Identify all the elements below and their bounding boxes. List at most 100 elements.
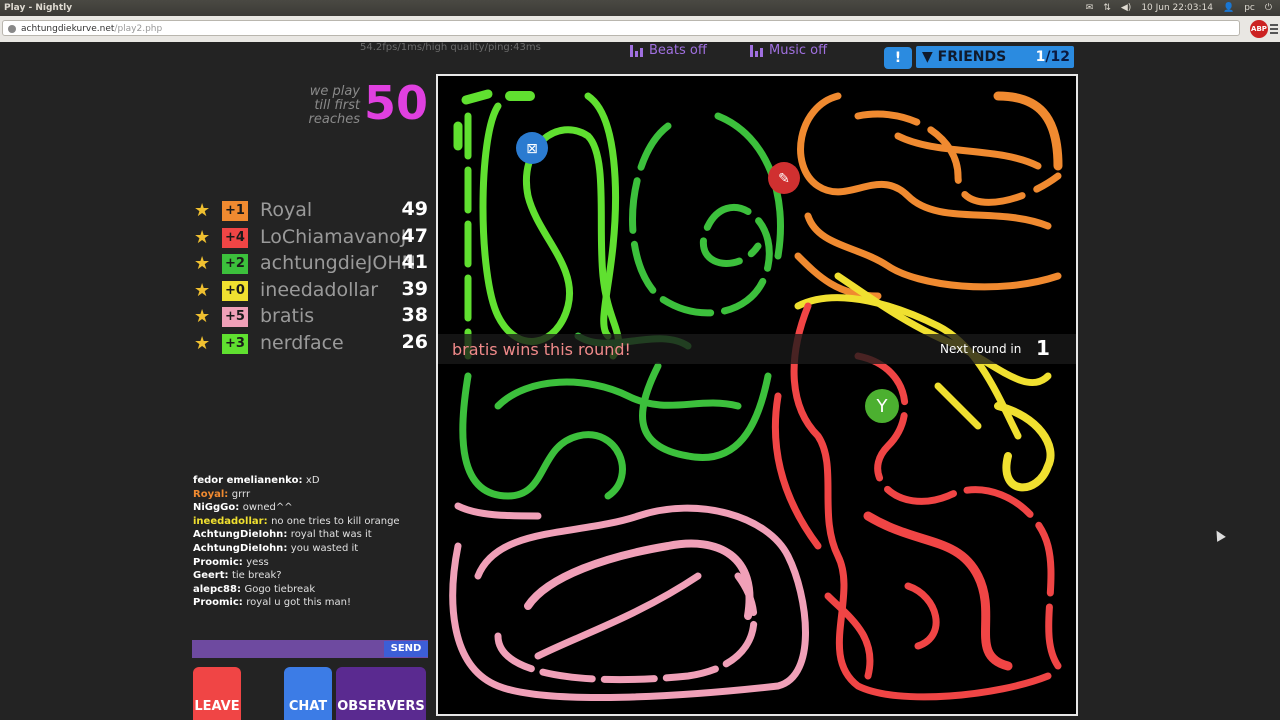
chat-message: AchtungDieIohn: you wasted it (193, 542, 433, 556)
trail-segment (639, 362, 772, 461)
trail-segment (534, 572, 702, 660)
scoreboard-row: ★ +0 ineedadollar 39 (194, 278, 430, 304)
beats-toggle[interactable]: Beats off (630, 43, 707, 58)
chat-user: alepc88 (193, 583, 237, 595)
trail-segment (629, 122, 773, 317)
star-icon: ★ (194, 226, 211, 248)
chat-text: no one tries to kill orange (271, 515, 400, 527)
trail-segment (771, 392, 822, 550)
friends-toggle[interactable]: ▼ FRIENDS 1/12 (916, 46, 1074, 68)
trail-segment (461, 89, 493, 105)
chat-message: AchtungDieIohn: royal that was it (193, 528, 433, 542)
chat-user: ineedadollar (193, 515, 264, 527)
friends-alert-button[interactable]: ! (884, 47, 912, 69)
power-icon[interactable]: ⏻ (1265, 0, 1272, 16)
trail-segment (934, 382, 982, 430)
chat-send-button[interactable]: SEND (384, 641, 428, 657)
url-path: /play2.php (114, 24, 163, 34)
next-round-label: Next round in (940, 342, 1022, 356)
url-bar[interactable]: achtungdiekurve.net/play2.php (2, 20, 1240, 36)
friends-total: /12 (1045, 49, 1070, 65)
player-name: achtungdieJOHN (260, 252, 416, 275)
powerup-blue-glyph: ⊠ (526, 141, 538, 157)
trail-segment (479, 102, 622, 360)
observers-button[interactable]: OBSERVERS (336, 667, 426, 720)
chat-text: xD (305, 475, 320, 486)
player-name: bratis (260, 305, 315, 328)
trail-segment (459, 372, 626, 500)
goal-line-2: till first (314, 98, 360, 113)
scoreboard-row: ★ +4 LoChiamavanoJ 47 (194, 225, 430, 251)
powerup-green-glyph: Y (876, 396, 889, 417)
user-name[interactable]: pc (1244, 0, 1255, 16)
friends-count: 1/12 (1036, 46, 1070, 68)
network-icon[interactable]: ⇅ (1103, 0, 1111, 16)
observers-label: OBSERVERS (337, 699, 425, 714)
chat-label: CHAT (288, 699, 328, 714)
chat-user: AchtungDieIohn (193, 542, 284, 554)
player-name: LoChiamavanoJ (260, 225, 407, 248)
chat-message: alepc88: Gogo tiebreak (193, 583, 433, 597)
trail-segment (863, 511, 1013, 671)
triangle-down-icon: ▼ (922, 49, 933, 65)
browser-menu-icon[interactable] (1270, 22, 1278, 36)
chat-user: Proomic (193, 556, 239, 568)
player-name: Royal (260, 199, 313, 221)
adblock-icon[interactable]: ABP (1250, 20, 1268, 38)
chat-colon: : (263, 515, 272, 527)
chat-colon: : (224, 570, 232, 582)
powerup-red-glyph: ✎ (778, 171, 790, 187)
trail-red (771, 302, 1062, 701)
system-tray: ✉ ⇅ ◀) 10 Jun 22:03:14 👤 pc ⏻ (1086, 0, 1272, 16)
score-delta: +5 (222, 307, 248, 328)
chat-text: grrr (231, 488, 251, 500)
player-name: ineedadollar (260, 278, 379, 301)
trail-segment (797, 92, 1052, 230)
clock[interactable]: 10 Jun 22:03:14 (1141, 0, 1213, 16)
score-delta: +0 (222, 280, 248, 301)
mail-icon[interactable]: ✉ (1086, 0, 1094, 16)
chat-user: AchtungDieIohn (193, 529, 284, 541)
chat-message: Proomic: yess (193, 556, 433, 570)
music-label: Music off (769, 43, 828, 58)
score-delta: +2 (222, 254, 248, 275)
leave-button[interactable]: LEAVE (193, 667, 241, 720)
trail-segment (454, 502, 542, 520)
music-toggle[interactable]: Music off (750, 43, 827, 58)
chat-colon: : (298, 475, 306, 486)
trail-yellow (794, 272, 1055, 492)
beats-label: Beats off (649, 43, 707, 58)
chat-button[interactable]: CHAT (284, 667, 332, 720)
score-delta: +1 (222, 201, 248, 221)
goal-target: 50 (364, 76, 429, 130)
star-icon: ★ (194, 253, 211, 275)
score-delta: +4 (222, 227, 248, 248)
site-favicon-icon (8, 25, 16, 33)
player-trails: ⊠ ✎ Y (449, 89, 1063, 702)
chat-message: NiGgGo: owned^^ (193, 501, 433, 515)
chat-text: tie break? (231, 570, 282, 582)
trail-pink (449, 502, 809, 702)
chat-message: Geert: tie break? (193, 569, 433, 583)
trail-segment (804, 212, 1062, 291)
star-icon: ★ (194, 279, 211, 301)
trail-segment (904, 582, 940, 650)
scoreboard-row: ★ +3 nerdface 26 (194, 331, 430, 357)
player-score: 47 (401, 224, 428, 247)
chat-user: Proomic (193, 597, 239, 609)
chat-text: owned^^ (242, 502, 293, 514)
star-icon: ★ (194, 200, 211, 221)
scoreboard-row: ★ +1 Royal 49 (194, 198, 430, 224)
chat-message: Proomic: royal u got this man! (193, 596, 433, 610)
player-score: 41 (401, 251, 428, 274)
scoreboard-row: ★ +5 bratis 38 (194, 304, 430, 330)
game-arena[interactable]: ⊠ ✎ Y (436, 74, 1078, 716)
volume-icon[interactable]: ◀) (1121, 0, 1131, 16)
chat-log: fedor emelianenko: xD Royal: grrr NiGgGo: … (193, 474, 433, 610)
round-winner-message: bratis wins this round! (452, 340, 631, 359)
chat-user: Royal (193, 488, 225, 500)
scoreboard-row: ★ +2 achtungdieJOHN 41 (194, 251, 430, 277)
chat-colon: : (283, 529, 291, 541)
chat-text: royal u got this man! (246, 597, 352, 609)
chat-text: Gogo tiebreak (244, 583, 316, 595)
